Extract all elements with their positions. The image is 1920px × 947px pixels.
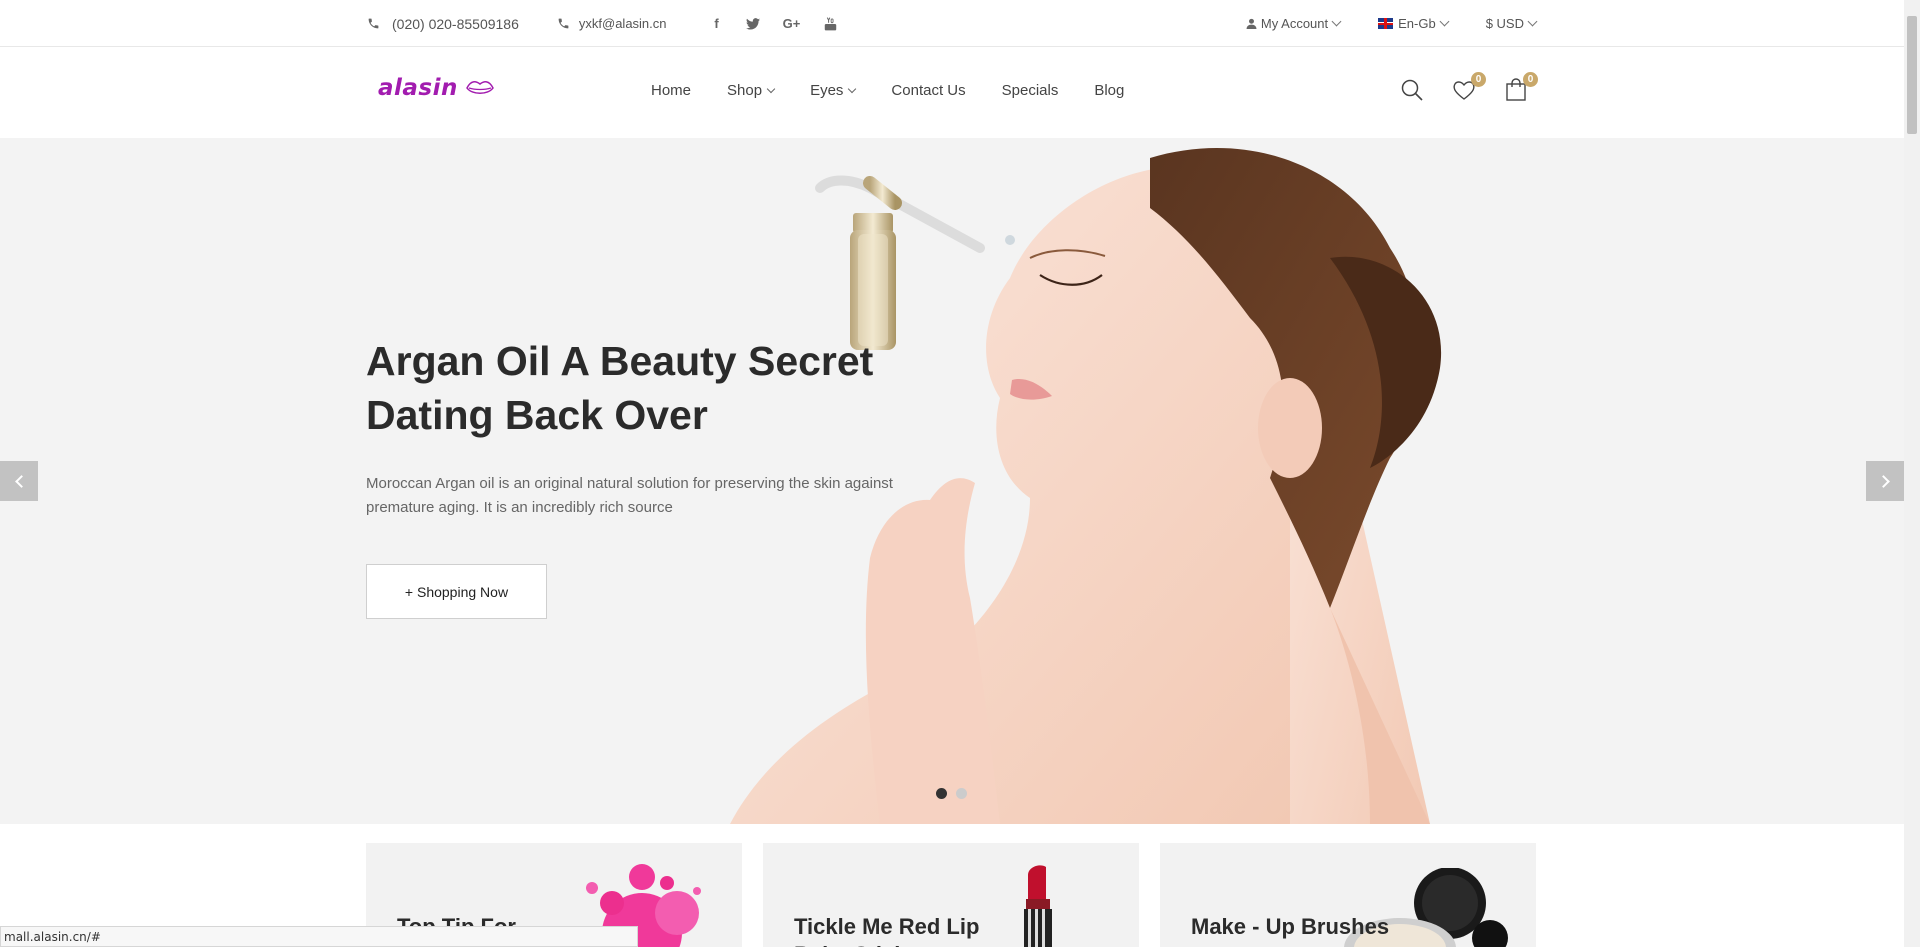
google-plus-icon[interactable]: G+ [781, 16, 803, 32]
scrollbar-thumb[interactable] [1907, 16, 1917, 134]
search-icon [1401, 79, 1423, 101]
page-scrollbar[interactable] [1904, 0, 1920, 947]
email-contact: yxkf@alasin.cn [557, 16, 667, 31]
promo-banner-2[interactable]: Tickle Me Red Lip Balm Stick [763, 843, 1139, 947]
language-label: En-Gb [1398, 16, 1436, 31]
slider-prev-button[interactable] [0, 461, 38, 501]
youtube-icon[interactable] [823, 16, 839, 32]
nav-specials-label: Specials [1001, 82, 1059, 99]
phone-icon [366, 17, 380, 31]
twitter-icon[interactable] [745, 16, 761, 32]
main-header: alasin Home Shop Eyes Contact Us Special… [0, 48, 1904, 138]
uk-flag-icon [1378, 18, 1394, 29]
email-address[interactable]: yxkf@alasin.cn [579, 16, 667, 31]
nav-blog-label: Blog [1094, 82, 1125, 99]
chevron-down-icon [1331, 16, 1342, 27]
social-links: f G+ [709, 16, 859, 32]
site-logo[interactable]: alasin [378, 75, 494, 101]
phone-icon [557, 17, 571, 31]
facebook-icon[interactable]: f [709, 16, 725, 32]
nav-eyes-label: Eyes [810, 82, 844, 99]
nav-blog[interactable]: Blog [1094, 82, 1124, 99]
slider-dot-2[interactable] [956, 788, 967, 799]
main-nav: Home Shop Eyes Contact Us Specials Blog [651, 82, 1160, 99]
logo-text: alasin [378, 75, 458, 101]
nav-shop[interactable]: Shop [727, 82, 776, 99]
browser-status-url: mall.alasin.cn/# [0, 926, 638, 947]
my-account-dropdown[interactable]: My Account [1246, 16, 1342, 31]
chevron-down-icon [1439, 16, 1450, 27]
top-bar: (020) 020-85509186 yxkf@alasin.cn f G+ M… [0, 0, 1904, 47]
nav-contact-us[interactable]: Contact Us [891, 82, 965, 99]
chevron-down-icon [1527, 16, 1538, 27]
chevron-left-icon [14, 474, 28, 488]
nav-eyes[interactable]: Eyes [810, 82, 857, 99]
lips-logo-icon [466, 81, 494, 94]
phone-number: (020) 020-85509186 [392, 15, 519, 32]
nav-home-label: Home [651, 82, 692, 99]
language-dropdown[interactable]: En-Gb [1378, 16, 1450, 31]
user-icon [1246, 18, 1257, 29]
wishlist-count-badge: 0 [1471, 72, 1486, 87]
phone-contact: (020) 020-85509186 [366, 16, 519, 32]
chevron-down-icon [848, 84, 857, 93]
currency-label: $ USD [1485, 16, 1524, 31]
shop-now-button[interactable]: + Shopping Now [366, 564, 547, 619]
search-button[interactable] [1400, 78, 1426, 104]
hero-slider: Argan Oil A Beauty Secret Dating Back Ov… [0, 138, 1904, 824]
slider-dot-1[interactable] [936, 788, 947, 799]
nav-contact-label: Contact Us [891, 82, 966, 99]
chevron-down-icon [766, 84, 776, 93]
slider-pagination [936, 788, 976, 799]
promo-banner-2-title: Tickle Me Red Lip Balm Stick [794, 914, 980, 947]
promo-banner-3-title: Make - Up Brushes [1191, 914, 1390, 939]
wishlist-button[interactable]: 0 [1452, 72, 1486, 104]
nav-home[interactable]: Home [651, 82, 691, 99]
cart-button[interactable]: 0 [1504, 72, 1538, 104]
hero-description: Moroccan Argan oil is an original natura… [366, 475, 893, 516]
promo-banner-3[interactable]: Make - Up Brushes [1160, 843, 1536, 947]
hero-title: Argan Oil A Beauty Secret Dating Back Ov… [366, 338, 874, 438]
nav-shop-label: Shop [727, 82, 763, 99]
slider-next-button[interactable] [1866, 461, 1904, 501]
my-account-label: My Account [1260, 16, 1329, 31]
cart-count-badge: 0 [1523, 72, 1538, 87]
lipstick-image [1024, 865, 1052, 947]
currency-dropdown[interactable]: $ USD [1485, 16, 1538, 31]
chevron-right-icon [1876, 474, 1890, 488]
nav-specials[interactable]: Specials [1002, 82, 1059, 99]
